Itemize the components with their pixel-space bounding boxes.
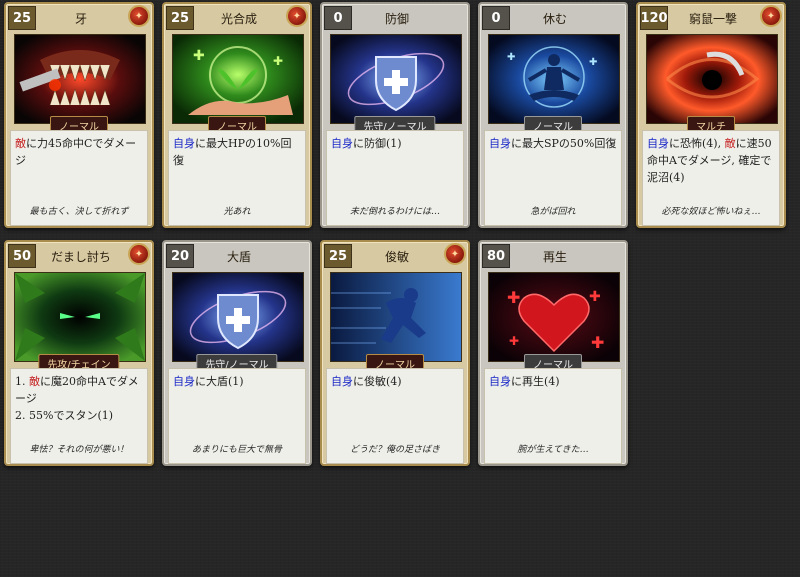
svg-text:✚: ✚	[589, 57, 597, 68]
card-title: 俊敏	[384, 249, 409, 264]
desc-target-self: 自身	[173, 137, 195, 150]
desc-text: に恐怖(4),	[669, 137, 725, 150]
desc-target-enemy: 敵	[724, 137, 736, 150]
card-sneak-attack[interactable]: 50 だまし討ち ✦ 先攻/チェイン 1. 敵に魔20命中Aでダメージ 2. 5…	[4, 240, 154, 466]
desc-text: に大盾(1)	[195, 375, 244, 388]
flavor-text: 腕が生えてきた…	[517, 445, 589, 455]
attack-emblem-icon: ✦	[444, 243, 466, 265]
flavor-text: 必死な奴ほど怖いねぇ…	[661, 207, 761, 217]
cost-badge: 120	[640, 6, 668, 30]
desc-text: に最大SPの50%回復	[511, 137, 617, 150]
desc-text: 1.	[15, 375, 29, 388]
card-description: 自身に最大SPの50%回復 急がば回れ	[484, 130, 622, 226]
cost-badge: 0	[324, 6, 352, 30]
card-art-great-shield	[172, 272, 304, 362]
card-great-shield[interactable]: 20 大盾 先守/ノーマル 自身に大盾(1) あまりにも巨大で無骨	[162, 240, 312, 466]
card-description: 自身に再生(4) 腕が生えてきた…	[484, 368, 622, 464]
card-art-fang	[14, 34, 146, 124]
card-rest[interactable]: 0 休む ✚ ✚ ノーマル 自身に最大SPの50%回復 急がば回れ	[478, 2, 628, 228]
desc-text: に再生(4)	[511, 375, 560, 388]
card-description: 自身に防御(1) 未だ倒れるわけには…	[326, 130, 464, 226]
card-art-regeneration: ✚ ✚ ✚ ✚	[488, 272, 620, 362]
attack-emblem-icon: ✦	[760, 5, 782, 27]
cost-badge: 0	[482, 6, 510, 30]
desc-target-self: 自身	[489, 137, 511, 150]
cost-badge: 20	[166, 244, 194, 268]
card-description: 自身に最大HPの10%回復 光あれ	[168, 130, 306, 226]
flavor-text: 光あれ	[223, 207, 251, 217]
cost-badge: 25	[166, 6, 194, 30]
desc-target-enemy: 敵	[15, 137, 26, 150]
card-description: 自身に大盾(1) あまりにも巨大で無骨	[168, 368, 306, 464]
card-cornered-rat-strike[interactable]: 120 窮鼠一撃 ✦ マルチ 自身に恐怖(4), 敵に速50命中Aでダメージ, …	[636, 2, 786, 228]
card-art-rest: ✚ ✚	[488, 34, 620, 124]
svg-text:✚: ✚	[193, 48, 205, 64]
flavor-text: 未だ倒れるわけには…	[349, 207, 440, 217]
card-title: だまし討ち	[51, 249, 111, 264]
flavor-text: あまりにも巨大で無骨	[191, 445, 282, 455]
attack-emblem-icon: ✦	[286, 5, 308, 27]
card-fang[interactable]: 25 牙 ✦ ノーマル 敵に力45命中Cでダメージ 最も古く、決して折れず	[4, 2, 154, 228]
attack-emblem-icon: ✦	[128, 243, 150, 265]
svg-text:✚: ✚	[273, 54, 283, 68]
desc-target-self: 自身	[489, 375, 511, 388]
card-defense[interactable]: 0 防御 先守/ノーマル 自身に防御(1) 未だ倒れるわけには…	[320, 2, 470, 228]
cost-badge: 80	[482, 244, 510, 268]
desc-line-1: 1. 敵に魔20命中Aでダメージ	[15, 373, 143, 407]
desc-target-self: 自身	[173, 375, 195, 388]
card-title: 防御	[384, 11, 409, 26]
svg-text:✚: ✚	[589, 289, 601, 305]
desc-target-self: 自身	[647, 137, 669, 150]
flavor-text: 急がば回れ	[530, 207, 576, 217]
card-title: 休む	[542, 11, 567, 26]
cost-badge: 50	[8, 244, 36, 268]
desc-line-2: 2. 55%でスタン(1)	[15, 409, 114, 422]
card-description: 自身に恐怖(4), 敵に速50命中Aでダメージ, 確定で泥沼(4) 必死な奴ほど…	[642, 130, 780, 226]
desc-target-self: 自身	[331, 375, 353, 388]
cost-badge: 25	[324, 244, 352, 268]
card-title: 大盾	[226, 249, 251, 264]
svg-text:✚: ✚	[591, 333, 604, 352]
flavor-text: 卑怯？それの何が悪い！	[29, 445, 129, 455]
desc-text: に防御(1)	[353, 137, 402, 150]
card-title: 再生	[542, 249, 567, 264]
svg-text:✚: ✚	[507, 288, 520, 307]
card-art-agility	[330, 272, 462, 362]
card-title: 窮鼠一撃	[688, 11, 737, 26]
card-art-cornered-rat	[646, 34, 778, 124]
card-art-defense	[330, 34, 462, 124]
card-title: 牙	[74, 11, 87, 26]
desc-text: に俊敏(4)	[353, 375, 402, 388]
card-agility[interactable]: 25 俊敏 ✦ ノーマル 自身に俊敏(4) どうだ？俺の足さばき	[320, 240, 470, 466]
cost-badge: 25	[8, 6, 36, 30]
card-art-photosynthesis: ✚ ✚	[172, 34, 304, 124]
card-art-sneak-attack	[14, 272, 146, 362]
desc-text: に力45命中Cでダメージ	[15, 137, 137, 167]
card-description: 1. 敵に魔20命中Aでダメージ 2. 55%でスタン(1) 卑怯？それの何が悪…	[10, 368, 148, 464]
flavor-text: どうだ？俺の足さばき	[349, 445, 440, 455]
desc-target-self: 自身	[331, 137, 353, 150]
card-photosynthesis[interactable]: 25 光合成 ✦ ✚ ✚ ノーマル 自身に最大HPの10%回復 光あれ	[162, 2, 312, 228]
attack-emblem-icon: ✦	[128, 5, 150, 27]
card-description: 敵に力45命中Cでダメージ 最も古く、決して折れず	[10, 130, 148, 226]
card-regeneration[interactable]: 80 再生 ✚ ✚ ✚ ✚ ノーマル 自身に再生(4) 腕が生えてきた…	[478, 240, 628, 466]
card-description: 自身に俊敏(4) どうだ？俺の足さばき	[326, 368, 464, 464]
desc-target-enemy: 敵	[29, 375, 40, 388]
card-title: 光合成	[220, 11, 257, 26]
flavor-text: 最も古く、決して折れず	[29, 207, 129, 217]
svg-text:✚: ✚	[507, 52, 515, 63]
svg-text:✚: ✚	[509, 334, 519, 348]
